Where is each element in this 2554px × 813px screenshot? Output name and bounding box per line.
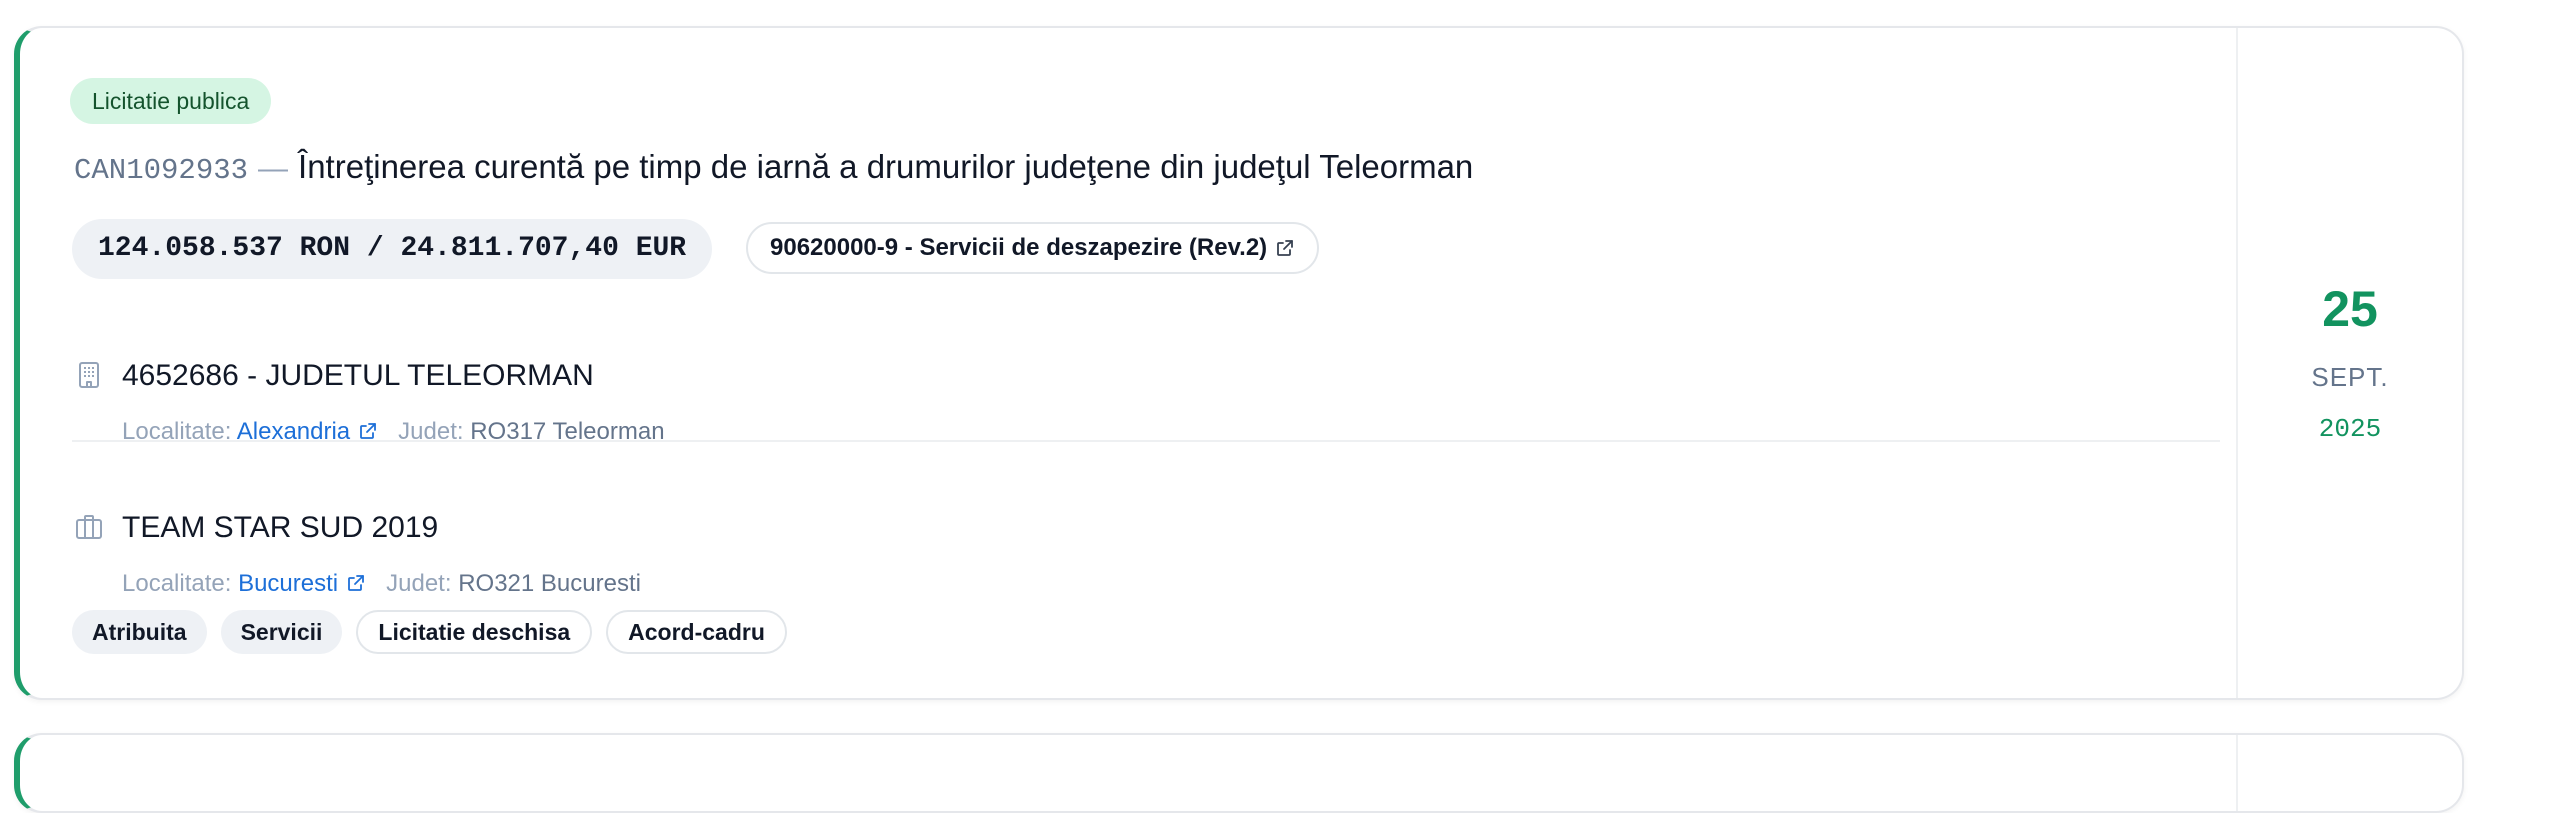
external-link-icon[interactable] [358,421,378,441]
title-separator: — [258,152,289,185]
authority-meta: Localitate: Alexandria Judet: RO317 Teleo… [122,416,665,448]
date-panel-next [2236,735,2462,811]
supplier-county: RO321 Bucuresti [458,570,641,597]
external-link-icon [1277,240,1294,256]
authority-name: 4652686 - JUDETUL TELEORMAN [122,359,594,392]
date-month: SEPT. [2311,362,2389,392]
tender-title[interactable]: Întreţinerea curentă pe timp de iarnă a … [298,148,1473,185]
tender-card-next[interactable] [14,733,2464,813]
building-icon [79,362,99,388]
tag-agreement[interactable]: Acord-cadru [606,610,787,654]
date-year: 2025 [2318,414,2382,444]
supplier-county-label: Judet: [386,570,452,597]
contract-value: 124.058.537 RON / 24.811.707,40 EUR [72,219,713,279]
tender-card-body: Licitatie publica CAN1092933 — Întreţinere… [20,28,2220,698]
supplier-name: TEAM STAR SUD 2019 [122,511,439,544]
tag-contract-type[interactable]: Servicii [220,610,343,654]
date-panel: 25 SEPT. 2025 [2236,28,2462,698]
tag-list: Atribuita Servicii Licitatie deschisa Acord… [72,610,801,654]
briefcase-icon [76,515,102,539]
tag-status[interactable]: Atribuita [72,610,207,654]
tag-procedure[interactable]: Licitatie deschisa [356,610,593,654]
tender-title-row: CAN1092933 — Întreţinerea curentă pe timp … [74,148,1473,198]
cpv-code-link[interactable]: 90620000-9 - Servicii de deszapezire (Re… [746,222,1320,274]
tender-code: CAN1092933 [74,154,249,187]
supplier-locality-label: Localitate: [122,570,232,597]
supplier-meta: Localitate: Bucuresti Judet: RO321 Bucure… [122,568,641,600]
procedure-type-badge: Licitatie publica [70,78,272,124]
party-divider [72,440,2220,442]
date-day: 25 [2322,281,2378,337]
supplier-locality-link[interactable]: Bucuresti [238,570,338,597]
external-link-icon[interactable] [346,573,366,593]
tender-card[interactable]: Licitatie publica CAN1092933 — Întreţinere… [14,26,2464,700]
cpv-code-label: 90620000-9 - Servicii de deszapezire (Re… [770,234,1268,261]
